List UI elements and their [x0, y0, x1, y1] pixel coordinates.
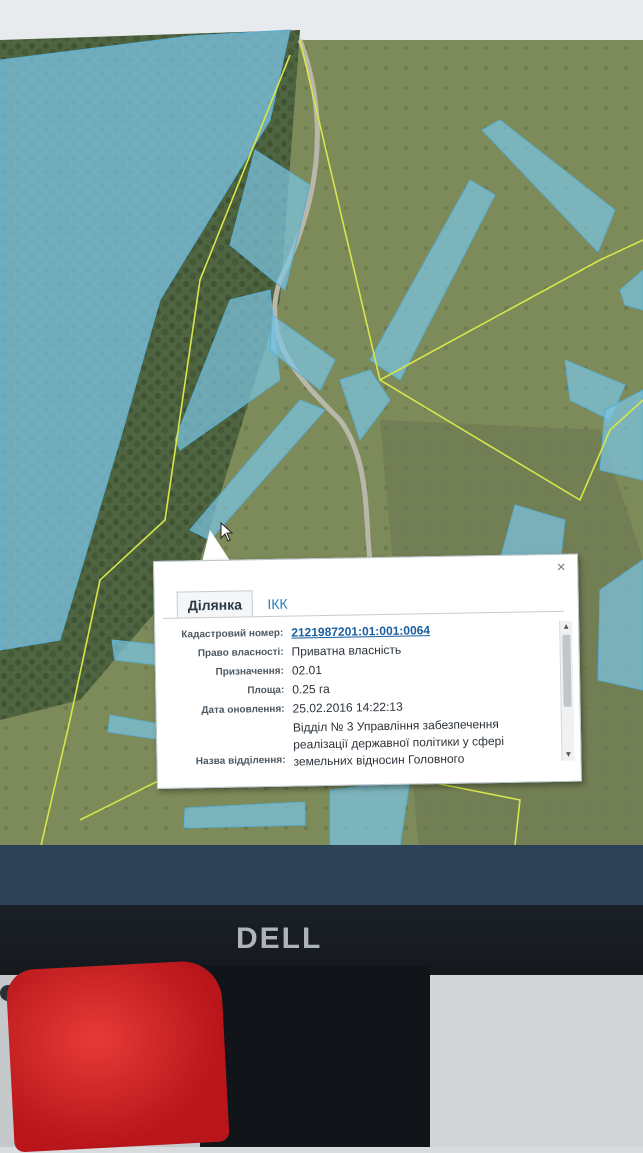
- field-label: Площа:: [247, 684, 285, 697]
- cadastral-number-link[interactable]: 2121987201:01:001:0064: [291, 623, 430, 639]
- field-value: 25.02.2016 14:22:13: [292, 699, 403, 716]
- close-icon[interactable]: ×: [553, 559, 569, 576]
- field-row-department: Назва відділення: Відділ № 3 Управління …: [175, 714, 556, 774]
- arrow-up-icon[interactable]: ▲: [560, 621, 572, 633]
- field-label: Право власності:: [197, 646, 284, 660]
- field-value: Відділ № 3 Управління забезпечення реалі…: [292, 716, 505, 769]
- arrow-down-icon[interactable]: ▼: [562, 749, 574, 761]
- tab-parcel[interactable]: Ділянка: [176, 590, 254, 619]
- popup-scrollbar[interactable]: ▲ ▼: [559, 620, 575, 761]
- red-object: [5, 959, 230, 1153]
- monitor-logo: DELL: [236, 922, 323, 955]
- field-value: Приватна власність: [291, 642, 402, 659]
- field-label: Назва відділення:: [195, 754, 286, 768]
- scroll-thumb[interactable]: [562, 634, 572, 707]
- mouse-pointer-icon: [220, 522, 234, 542]
- parcel-fields: Кадастровий номер: 2121987201:01:001:006…: [173, 619, 556, 774]
- land-parcel[interactable]: [329, 779, 411, 849]
- desk-surface-right: [430, 975, 643, 1147]
- monitor-bezel-edge: [0, 855, 643, 905]
- parcel-info-popup: × Ділянка ІКК Кадастровий номер: 2121987…: [153, 553, 582, 789]
- field-label: Дата оновлення:: [201, 703, 285, 717]
- tab-ikk[interactable]: ІКК: [257, 590, 298, 617]
- field-label: Кадастровий номер:: [181, 627, 284, 641]
- field-label: Призначення:: [215, 665, 285, 678]
- monitor-screen: × Ділянка ІКК Кадастровий номер: 2121987…: [0, 0, 643, 860]
- popup-tabs: Ділянка ІКК: [176, 589, 298, 619]
- field-value: 02.01: [291, 663, 323, 678]
- monitor-stand: [200, 965, 430, 1147]
- field-value: 0.25 га: [292, 681, 330, 697]
